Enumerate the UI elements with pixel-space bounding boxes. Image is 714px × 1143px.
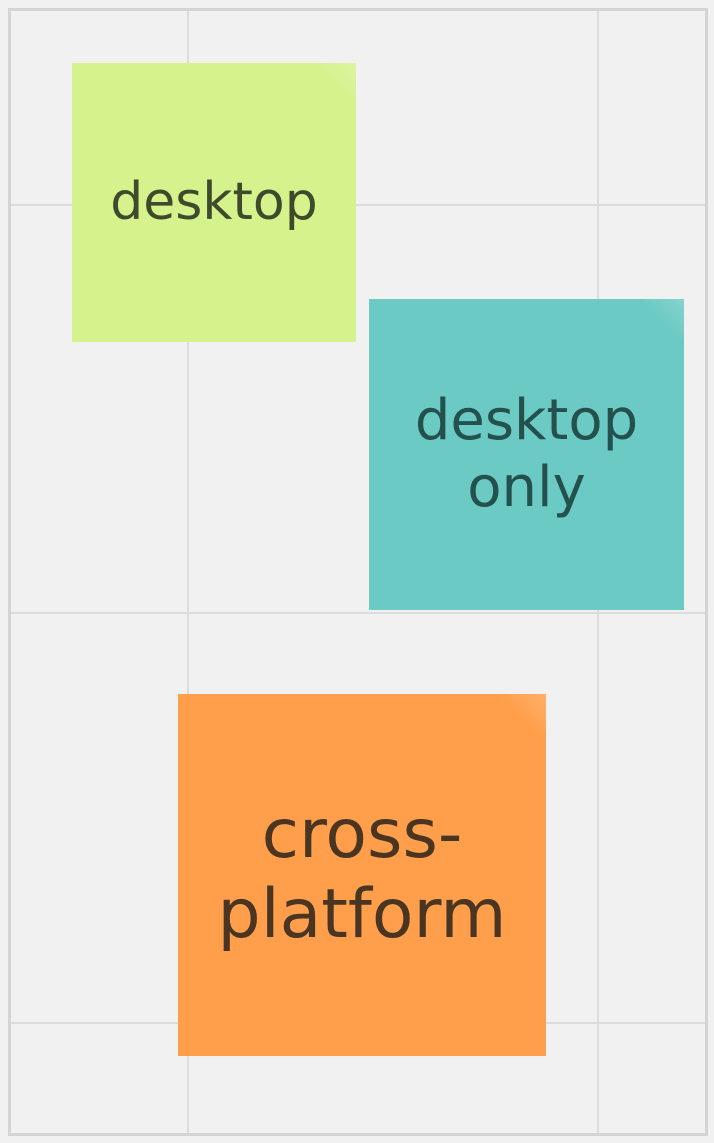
sticky-note-text: desktop only [414,388,639,520]
sticky-note-cross-platform[interactable]: cross- platform [178,694,546,1066]
sticky-note-desktop[interactable]: desktop [72,63,356,352]
sticky-note-fold [316,63,356,103]
sticky-note-fold [506,694,546,734]
sticky-note-fold [644,299,684,339]
sticky-note-text: desktop [110,171,318,232]
sticky-note-text: cross- platform [217,794,507,954]
grid-line [11,612,705,614]
whiteboard-canvas[interactable]: desktop desktop only cross- platform [0,0,714,1143]
sticky-note-desktop-only[interactable]: desktop only [369,299,684,620]
